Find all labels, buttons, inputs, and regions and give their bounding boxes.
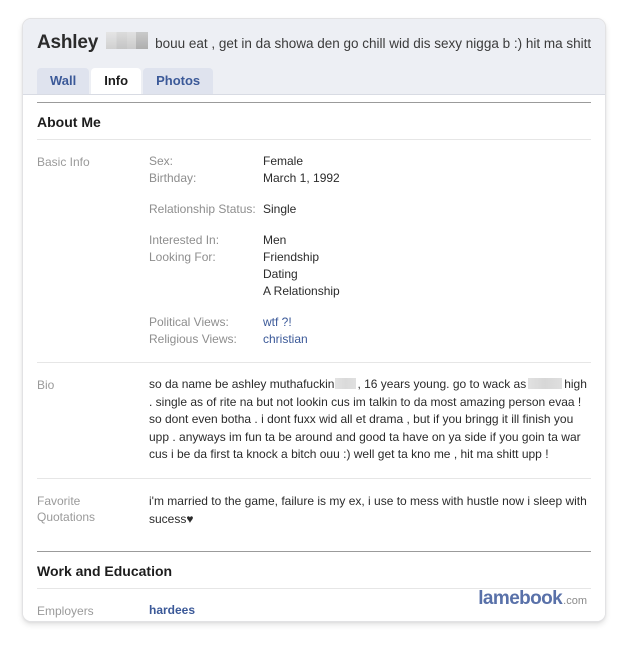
field-religious-views: Religious Views: christian bbox=[149, 331, 591, 348]
favorite-quotations-text: i'm married to the game, failure is my e… bbox=[149, 492, 591, 528]
field-value-sex: Female bbox=[263, 154, 304, 168]
favorite-quotations-body: i'm married to the game, failure is my e… bbox=[149, 493, 587, 526]
field-relationship-status: Relationship Status: Single bbox=[149, 201, 591, 218]
field-value-looking-for-3: A Relationship bbox=[263, 284, 340, 298]
bio-text-part-2: , 16 years young. go to wack as bbox=[357, 377, 527, 391]
row-favorite-quotations: Favorite Quotations i'm married to the g… bbox=[37, 479, 591, 542]
lamebook-watermark: lamebook .com bbox=[478, 588, 587, 610]
tab-wall[interactable]: Wall bbox=[37, 68, 90, 94]
bio-text-part-1: so da name be ashley muthafuckin bbox=[149, 377, 335, 391]
field-looking-for-extra-relationship: A Relationship bbox=[149, 283, 591, 300]
field-group-interests: Interested In: Men Looking For: Friendsh… bbox=[149, 232, 591, 300]
about-me-rows: Basic Info Sex: Female Birthday: March 1… bbox=[37, 139, 591, 542]
profile-status-text: bouu eat , get in da showa den go chill … bbox=[155, 36, 591, 51]
field-group-relationship: Relationship Status: Single bbox=[149, 201, 591, 218]
row-basic-info: Basic Info Sex: Female Birthday: March 1… bbox=[37, 140, 591, 363]
field-value-religious-views[interactable]: christian bbox=[263, 331, 308, 348]
profile-body: About Me Basic Info Sex: Female Birthday… bbox=[23, 102, 605, 622]
field-looking-for-extra-dating: Dating bbox=[149, 266, 591, 283]
section-title-about-me: About Me bbox=[37, 102, 591, 139]
field-label-relationship-status: Relationship Status: bbox=[149, 202, 256, 216]
field-group-identity: Sex: Female Birthday: March 1, 1992 bbox=[149, 153, 591, 187]
row-label-favorite-quotations-line-2: Quotations bbox=[37, 509, 96, 524]
field-value-political-views[interactable]: wtf ?! bbox=[263, 314, 292, 331]
field-value-interested-in: Men bbox=[263, 233, 287, 247]
field-label-political-views: Political Views: bbox=[149, 315, 229, 329]
field-value-birthday: March 1, 1992 bbox=[263, 171, 340, 185]
profile-name[interactable]: Ashley bbox=[37, 32, 98, 54]
profile-status-line: Ashley bouu eat , get in da showa den go… bbox=[23, 31, 605, 54]
row-label-bio: Bio bbox=[37, 378, 55, 392]
row-label-basic-info: Basic Info bbox=[37, 155, 90, 169]
profile-header: Ashley bouu eat , get in da showa den go… bbox=[23, 19, 605, 95]
employer-position[interactable]: front line bbox=[149, 619, 591, 622]
field-value-looking-for-2: Dating bbox=[263, 267, 298, 281]
watermark-brand: lamebook bbox=[478, 588, 563, 609]
field-label-birthday: Birthday: bbox=[149, 171, 197, 185]
field-group-views: Political Views: wtf ?! Religious Views:… bbox=[149, 314, 591, 348]
field-political-views: Political Views: wtf ?! bbox=[149, 314, 591, 331]
field-label-religious-views: Religious Views: bbox=[149, 332, 237, 346]
profile-tabs: Wall Info Photos bbox=[23, 60, 605, 94]
field-interested-in: Interested In: Men bbox=[149, 232, 591, 249]
field-value-relationship-status: Single bbox=[263, 202, 297, 216]
tab-info[interactable]: Info bbox=[91, 68, 142, 94]
redacted-bio-block-2 bbox=[528, 378, 563, 389]
redacted-bio-block-1 bbox=[335, 378, 357, 389]
bio-content: so da name be ashley muthafuckin , 16 yea… bbox=[149, 376, 591, 464]
bio-text: so da name be ashley muthafuckin , 16 yea… bbox=[149, 376, 591, 464]
row-label-employers: Employers bbox=[37, 603, 94, 618]
field-sex: Sex: Female bbox=[149, 153, 591, 170]
basic-info-fields: Sex: Female Birthday: March 1, 1992 Rela… bbox=[149, 153, 591, 348]
profile-card: Ashley bouu eat , get in da showa den go… bbox=[22, 18, 606, 622]
field-looking-for: Looking For: Friendship bbox=[149, 249, 591, 266]
row-label-favorite-quotations: Favorite Quotations bbox=[37, 492, 149, 525]
redacted-name-block bbox=[106, 32, 149, 49]
watermark-tld: .com bbox=[563, 595, 587, 607]
field-birthday: Birthday: March 1, 1992 bbox=[149, 170, 591, 187]
page-root: Ashley bouu eat , get in da showa den go… bbox=[0, 0, 630, 651]
tab-photos[interactable]: Photos bbox=[143, 68, 214, 94]
field-label-interested-in: Interested In: bbox=[149, 233, 220, 247]
field-value-looking-for-1: Friendship bbox=[263, 250, 320, 264]
section-title-work-and-education: Work and Education bbox=[37, 550, 591, 588]
field-label-looking-for: Looking For: bbox=[149, 250, 216, 264]
favorite-quotations-content: i'm married to the game, failure is my e… bbox=[149, 492, 591, 528]
heart-icon: ♥ bbox=[186, 511, 194, 526]
row-label-favorite-quotations-line-1: Favorite bbox=[37, 493, 81, 508]
field-label-sex: Sex: bbox=[149, 154, 174, 168]
row-bio: Bio so da name be ashley muthafuckin , 16… bbox=[37, 363, 591, 479]
